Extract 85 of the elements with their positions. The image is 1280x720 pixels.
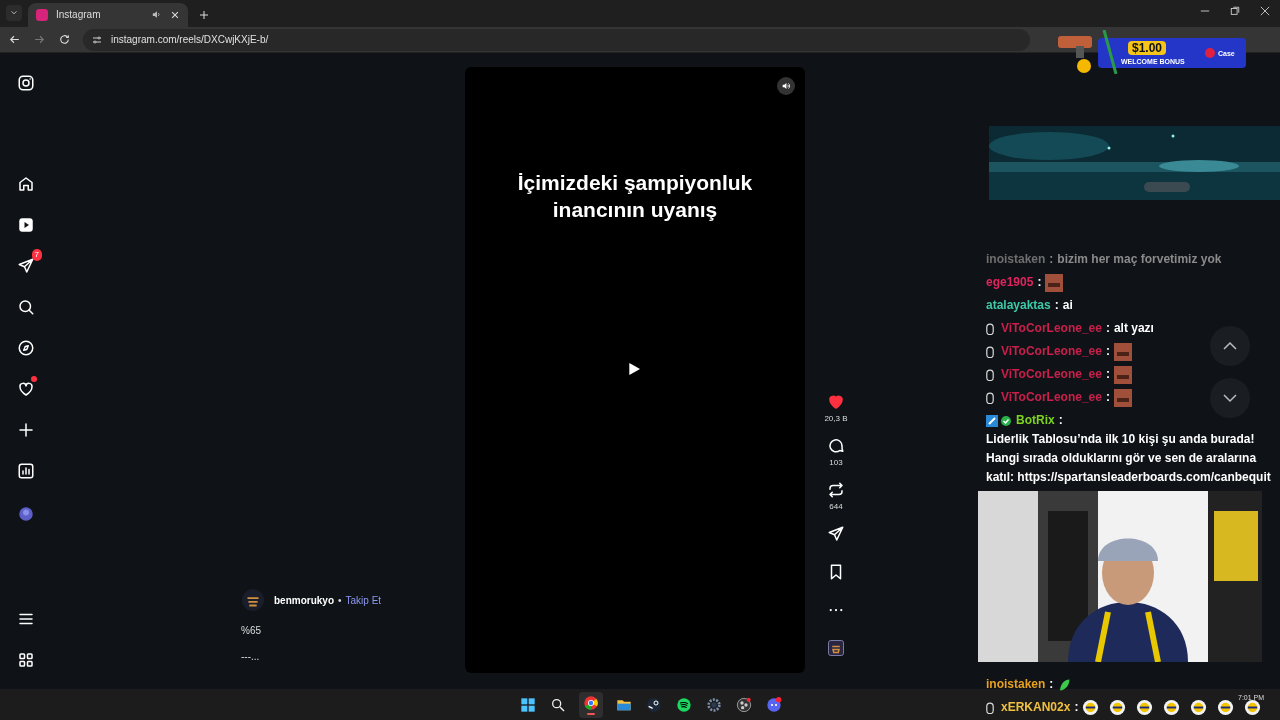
steam-icon	[646, 696, 662, 713]
gear-icon	[706, 696, 722, 713]
chart-icon[interactable]	[17, 462, 35, 480]
play-icon[interactable]	[626, 361, 642, 378]
close-window-icon[interactable]	[1260, 6, 1270, 16]
chat-separator: :	[1074, 699, 1079, 716]
repost-icon[interactable]	[827, 481, 845, 500]
chat-username: ViToCorLeone_ee	[1001, 389, 1102, 406]
chrome-icon	[583, 694, 599, 711]
chat-username: ViToCorLeone_ee	[1001, 366, 1102, 383]
chat-separator: :	[1105, 343, 1110, 360]
crest-emote-icon	[1082, 699, 1100, 716]
reels-icon[interactable]	[17, 216, 35, 234]
follow-link[interactable]: Takip Et	[345, 593, 382, 608]
chat-message: Liderlik Tablosu’nda ilk 10 kişi şu anda burada! Hangi sırada olduklarını gör ve sen de aralarına katıl: https://spartansleaderboards.com/canbequit	[986, 431, 1272, 486]
comment-icon[interactable]	[827, 437, 845, 456]
crest-emote-icon	[1136, 699, 1154, 716]
reload-icon[interactable]	[58, 33, 71, 47]
chat-message: ai	[1062, 297, 1073, 314]
search-icon	[550, 696, 566, 713]
send-icon[interactable]	[827, 525, 845, 544]
crest-emote-icon	[1244, 699, 1262, 716]
home-icon[interactable]	[17, 175, 35, 193]
close-tab-icon[interactable]	[170, 9, 180, 20]
sound-button[interactable]	[777, 77, 795, 96]
reel-caption: %65	[241, 624, 261, 639]
action-count: 20,3 B	[824, 413, 848, 426]
crest-emote-icon	[1163, 699, 1181, 716]
compass-icon[interactable]	[17, 339, 35, 357]
tab-list-button[interactable]	[6, 4, 22, 21]
scroll-up-button[interactable]	[1210, 326, 1250, 366]
heart-icon[interactable]	[17, 380, 35, 398]
chat-separator: :	[1049, 251, 1054, 268]
obs-icon	[736, 696, 752, 713]
chat-separator: :	[1037, 274, 1042, 291]
url-text: instagram.com/reels/DXCwjKXjE-b/	[111, 33, 269, 48]
plus-icon[interactable]	[17, 421, 35, 439]
action-count: 103	[829, 457, 843, 470]
chat-message: bizim her maç forvetimiz yok	[1057, 251, 1222, 268]
scroll-down-button[interactable]	[1210, 378, 1250, 418]
chevron-down-icon	[10, 8, 18, 17]
crest-emote-icon	[1190, 699, 1208, 716]
restore-icon[interactable]	[1230, 6, 1240, 16]
new-tab-icon[interactable]	[198, 8, 210, 21]
chat-separator: :	[1105, 320, 1110, 337]
author-avatar-icon[interactable]	[242, 589, 264, 612]
address-bar[interactable]: instagram.com/reels/DXCwjKXjE-b/	[83, 28, 1030, 51]
chat-username: ViToCorLeone_ee	[1001, 320, 1102, 337]
chat-username: inoistaken	[986, 676, 1046, 693]
speaker-icon	[781, 81, 791, 92]
crest-emote-icon	[1109, 699, 1127, 716]
author-name[interactable]: benmorukyo	[274, 593, 334, 608]
apps-icon[interactable]	[17, 651, 35, 669]
crest-emote-icon	[1217, 699, 1235, 716]
chat-message: alt yazı	[1113, 320, 1154, 337]
chat-separator: :	[1049, 676, 1054, 693]
chat-username: xERKAN02x	[1001, 699, 1071, 716]
windows-icon	[520, 696, 536, 713]
chat-username: atalayaktas	[986, 297, 1051, 314]
separator-dot: •	[338, 594, 342, 608]
reel-video[interactable]: İçimizdeki şampiyonluk inancının uyanış	[465, 67, 805, 674]
chat-separator: :	[1105, 389, 1110, 406]
discord-icon	[766, 696, 782, 713]
chat-separator: :	[1105, 366, 1110, 383]
chat-separator: :	[1058, 412, 1063, 429]
chat-username: ViToCorLeone_ee	[1001, 343, 1102, 360]
browser-tab[interactable]: Instagram	[28, 2, 188, 27]
instagram-icon[interactable]	[17, 74, 35, 92]
avatar-icon[interactable]	[17, 505, 35, 523]
instagram-favicon-icon	[36, 8, 48, 21]
chat-username: BotRix	[1016, 412, 1055, 429]
audio-thumbnail-icon[interactable]	[827, 639, 845, 658]
chat-separator: :	[1054, 297, 1059, 314]
taskbar-button[interactable]	[579, 691, 603, 718]
search-icon[interactable]	[17, 298, 35, 316]
spotify-icon	[676, 696, 692, 713]
video-title-text: İçimizdeki şampiyonluk inancının uyanış	[516, 170, 754, 224]
more-link[interactable]: ---...	[241, 649, 260, 665]
chat-username: inoistaken	[986, 251, 1046, 268]
bonus-amount: $1.00	[1128, 41, 1167, 55]
notification-badge: 7	[31, 249, 42, 262]
action-count: 644	[829, 501, 843, 514]
tab-title: Instagram	[56, 8, 102, 23]
send-icon[interactable]	[17, 257, 35, 275]
chat-username: ege1905	[986, 274, 1034, 291]
